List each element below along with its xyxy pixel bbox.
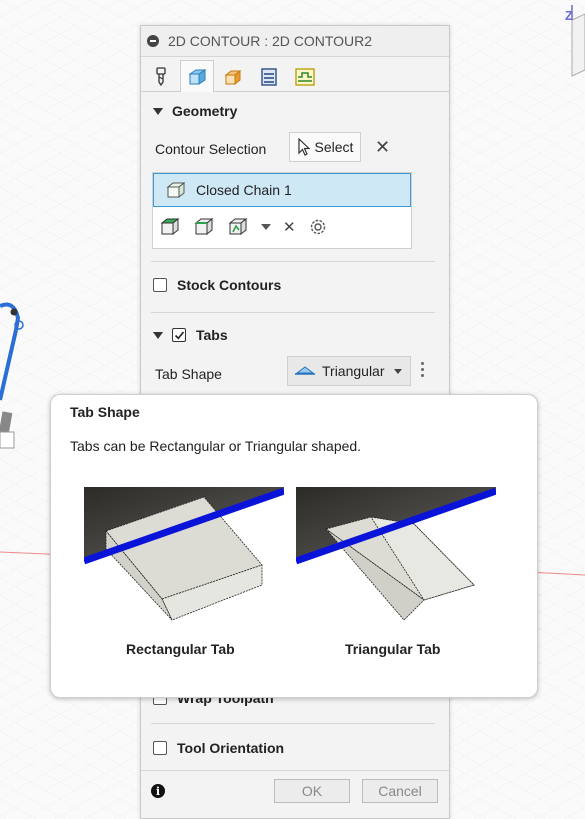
triangular-tab-illustration: [296, 487, 496, 627]
clear-selection-icon[interactable]: ✕: [375, 137, 390, 158]
tool-orientation-label: Tool Orientation: [177, 740, 285, 756]
stock-contours-row[interactable]: Stock Contours: [153, 277, 281, 293]
passes-icon: [261, 67, 277, 86]
geometry-icon: [188, 68, 207, 85]
more-options-icon[interactable]: [421, 362, 424, 377]
tab-shape-value: Triangular: [322, 363, 385, 379]
tab-shape-tooltip: Tab Shape Tabs can be Rectangular or Tri…: [50, 394, 538, 698]
selected-chain-label: Closed Chain 1: [196, 182, 292, 198]
ok-button[interactable]: OK: [274, 779, 350, 803]
rectangular-tab-caption: Rectangular Tab: [126, 641, 235, 657]
checkmark-icon: [174, 330, 184, 339]
stock-contours-checkbox[interactable]: [153, 278, 167, 292]
edge-select-icon[interactable]: [193, 217, 215, 237]
tab-shape-label: Tab Shape: [155, 366, 222, 382]
sketch-curve: [0, 302, 21, 331]
more-options-dropdown-icon[interactable]: [261, 224, 271, 230]
tabs-section-header[interactable]: Tabs: [153, 327, 228, 343]
collapse-icon[interactable]: [147, 35, 159, 47]
cancel-button[interactable]: Cancel: [362, 779, 438, 803]
tool-icon: [156, 66, 166, 86]
selection-tools: ✕: [159, 217, 328, 237]
viewcube-z-label: Z: [565, 8, 573, 23]
rectangular-tab-illustration: [84, 487, 284, 627]
tabs-label: Tabs: [196, 327, 228, 343]
sketch-select-icon[interactable]: [227, 217, 249, 237]
tool-orientation-row[interactable]: Tool Orientation: [153, 740, 284, 756]
heights-icon: [224, 69, 242, 85]
dialog-title: 2D CONTOUR : 2D CONTOUR2: [168, 33, 373, 49]
tool-orientation-checkbox[interactable]: [153, 741, 167, 755]
contour-selection-label: Contour Selection: [155, 141, 267, 157]
tabs-checkbox[interactable]: [172, 328, 186, 342]
tab-bar: [141, 57, 449, 92]
select-button[interactable]: Select: [289, 132, 361, 162]
info-icon[interactable]: i: [151, 784, 165, 798]
viewcube[interactable]: [571, 5, 585, 77]
face-select-icon[interactable]: [159, 217, 181, 237]
remove-icon[interactable]: ✕: [283, 218, 296, 236]
tab-tool[interactable]: [144, 61, 178, 91]
tab-passes[interactable]: [252, 61, 286, 91]
selection-list: Closed Chain 1 ✕: [152, 172, 412, 249]
tab-shape-dropdown[interactable]: Triangular: [287, 356, 411, 386]
dialog-header: 2D CONTOUR : 2D CONTOUR2: [141, 26, 449, 57]
stock-contours-label: Stock Contours: [177, 277, 282, 293]
tab-linking[interactable]: [288, 61, 322, 91]
tab-heights[interactable]: [216, 61, 250, 91]
select-button-label: Select: [314, 139, 354, 155]
chain-icon: [166, 181, 186, 199]
tooltip-title: Tab Shape: [70, 404, 140, 420]
triangular-tab-icon: [295, 366, 315, 375]
triangular-tab-caption: Triangular Tab: [345, 641, 441, 657]
tab-geometry[interactable]: [180, 60, 214, 92]
list-item-selected[interactable]: Closed Chain 1: [153, 173, 411, 207]
geometry-section-header[interactable]: Geometry: [153, 103, 237, 119]
linking-icon: [295, 67, 315, 86]
dropdown-arrow-icon: [394, 369, 402, 374]
collapse-arrow-icon: [153, 331, 163, 339]
gear-icon[interactable]: [308, 217, 328, 237]
collapse-arrow-icon: [153, 107, 163, 115]
geometry-title: Geometry: [172, 103, 238, 119]
cursor-arrow-icon: [297, 138, 311, 156]
tooltip-description: Tabs can be Rectangular or Triangular sh…: [70, 438, 362, 454]
